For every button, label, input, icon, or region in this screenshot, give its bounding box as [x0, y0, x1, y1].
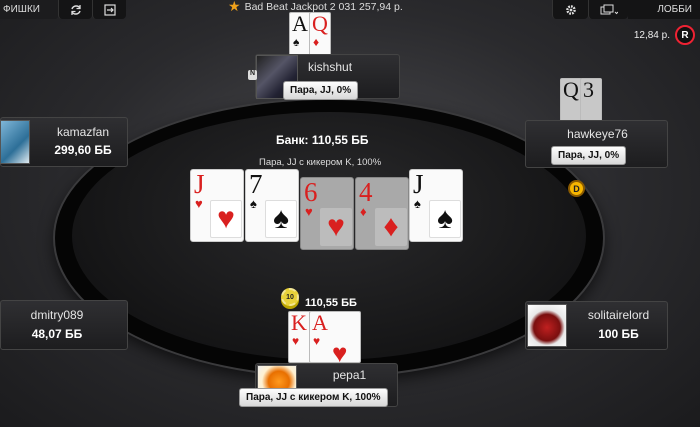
player-name: hawkeye76	[567, 127, 628, 141]
heart-icon: ♥	[332, 338, 348, 363]
heart-icon: ♥	[195, 196, 203, 211]
player-name: dmitry089	[30, 308, 84, 322]
card-rank: 6	[304, 177, 318, 207]
player-name: kamazfan	[56, 125, 110, 139]
card-rank: Q	[563, 78, 579, 102]
hand-strength-tag: Пара, JJ с кикером K, 100%	[239, 388, 388, 407]
spade-icon: ♠	[293, 35, 300, 49]
hand-strength-tag: Пара, JJ, 0%	[551, 146, 627, 165]
diamond-icon: ♦	[375, 208, 407, 246]
lobby-button[interactable]: ЛОББИ	[628, 0, 700, 19]
refresh-icon	[70, 4, 81, 15]
chips-tab[interactable]: ФИШКИ	[0, 0, 58, 19]
exit-icon	[103, 3, 116, 16]
hole-card-1: Q	[560, 78, 582, 124]
heart-icon: ♥	[320, 208, 352, 246]
spade-icon: ♠	[414, 196, 421, 211]
pot-total: Банк: 110,55 ББ	[276, 133, 369, 147]
hole-card-2: Q ♦	[309, 12, 331, 58]
card-rank: 4	[359, 177, 373, 207]
player-stack: 48,07 ББ	[31, 327, 83, 341]
card-rank: Q	[312, 12, 328, 36]
hole-card-2: A ♥ ♥	[309, 311, 361, 363]
diamond-icon: ♦	[360, 204, 367, 219]
dealer-button: D	[568, 180, 585, 197]
player-stack: 100 ББ	[598, 327, 639, 341]
card-rank: K	[291, 311, 307, 335]
board-card-5: J ♠ ♠	[409, 169, 463, 242]
avatar	[0, 120, 30, 164]
account-balance: 12,84 р.	[633, 30, 670, 41]
note-badge[interactable]: N	[248, 70, 257, 80]
avatar	[527, 304, 567, 347]
top-toolbar-left: ФИШКИ	[0, 0, 126, 19]
card-rank: 3	[583, 78, 594, 102]
player-stack: 299,60 ББ	[54, 143, 112, 157]
player-name: kishshut	[308, 60, 353, 74]
chip-stack-icon: 10	[281, 288, 299, 306]
board-card-2: 7 ♠ ♠	[245, 169, 299, 242]
card-rank: 7	[249, 169, 263, 199]
card-rank: J	[413, 169, 424, 199]
windows-icon	[600, 4, 618, 14]
jackpot-text: Bad Beat Jackpot 2 031 257,94 р.	[244, 0, 403, 13]
player-seat-dmitry089[interactable]: dmitry089 48,07 ББ	[0, 300, 128, 350]
heart-icon: ♥	[313, 334, 321, 348]
spade-icon: ♠	[265, 200, 297, 238]
hand-strength-tag: Пара, JJ, 0%	[283, 81, 359, 100]
board-card-1: J ♥ ♥	[190, 169, 244, 242]
rewards-badge[interactable]: R	[675, 25, 695, 45]
leave-table-button[interactable]	[92, 0, 126, 19]
top-toolbar-right: ЛОББИ	[552, 0, 700, 19]
heart-icon: ♥	[210, 200, 242, 238]
player-name: pepa1	[332, 368, 367, 382]
spade-icon: ♠	[250, 196, 257, 211]
refresh-button[interactable]	[58, 0, 92, 19]
board-card-3: 6 ♥ ♥	[300, 177, 354, 250]
heart-icon: ♥	[292, 334, 300, 348]
hand-description: Пара, JJ с кикером K, 100%	[259, 157, 382, 168]
player-bet: 110,55 ББ	[305, 297, 357, 309]
player-name: solitairelord	[587, 308, 650, 322]
board-card-4: 4 ♦ ♦	[355, 177, 409, 250]
card-rank: A	[292, 12, 308, 36]
gear-icon	[565, 4, 576, 15]
spade-icon: ♠	[429, 200, 461, 238]
card-rank: J	[194, 169, 205, 199]
settings-button[interactable]	[552, 0, 588, 19]
heart-icon: ♥	[305, 204, 313, 219]
table-layout-button[interactable]	[588, 0, 628, 19]
diamond-icon: ♦	[313, 35, 320, 49]
star-icon: ★	[228, 0, 241, 14]
hole-card-1: A ♠	[289, 12, 311, 58]
hole-card-2: 3	[580, 78, 602, 124]
card-rank: A	[312, 311, 328, 335]
